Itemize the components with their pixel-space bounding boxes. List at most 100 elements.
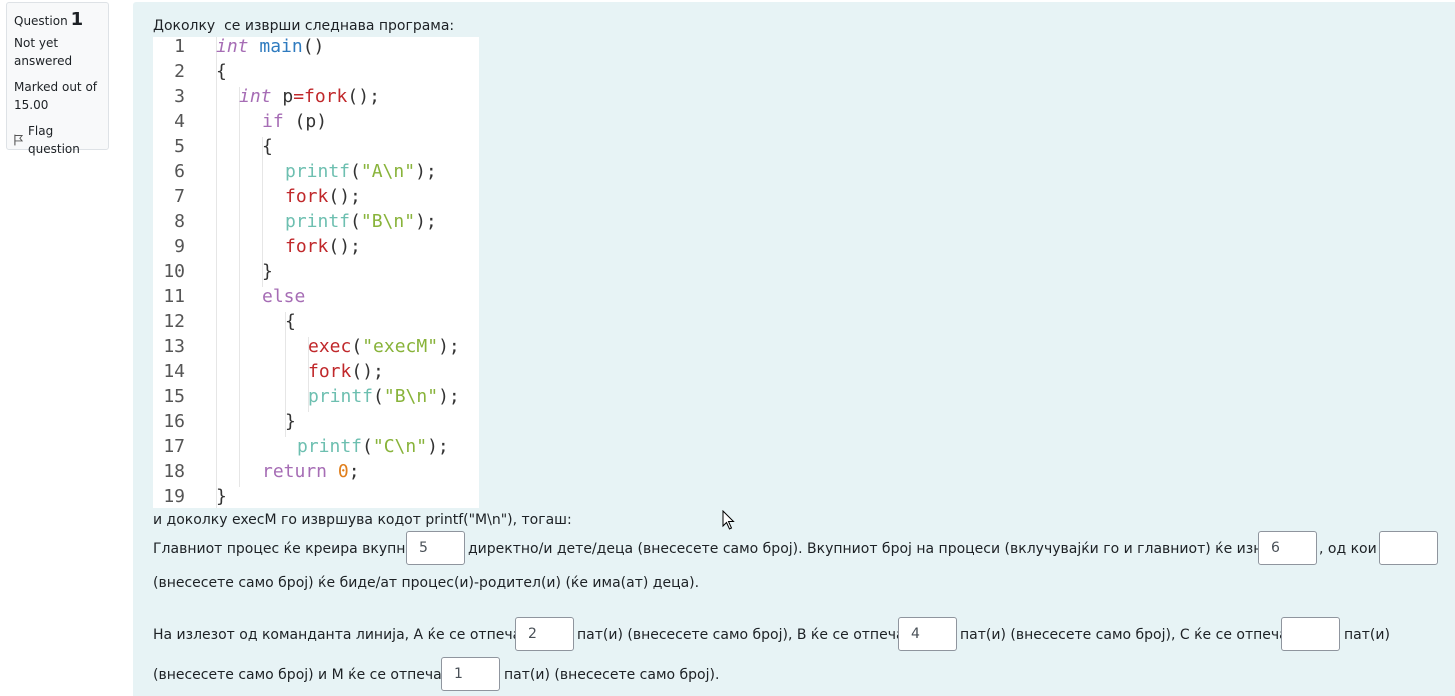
code-token: printf [285, 161, 351, 182]
line-number: 16 [163, 411, 185, 432]
paragraph-2-part-e: (внесесете само број) и М ќе се отпечати [153, 667, 460, 683]
code-token: ( [350, 161, 361, 182]
question-content: Доколку се изврши следнава програма: 1 in… [133, 2, 1455, 696]
code-token: printf [285, 211, 351, 232]
code-line: 19} [153, 484, 479, 509]
line-number: 3 [174, 86, 185, 107]
code-token: ( [350, 211, 361, 232]
line-number: 9 [174, 236, 185, 257]
paragraph-1-part-d: (внесесете само број) ќе биде/ат процес(… [153, 575, 700, 591]
code-token: "B\n" [360, 211, 416, 232]
line-number: 10 [163, 261, 185, 282]
answer-direct-children[interactable]: 5 [406, 531, 465, 565]
line-number: 12 [163, 311, 185, 332]
paragraph-1-part-b: директно/и дете/деца (внесесете само бро… [468, 541, 1304, 557]
code-token: "B\n" [383, 386, 439, 407]
paragraph-2-part-a: На излезот од командантa линија, А ќе се… [153, 627, 539, 643]
code-line: 14 fork(); [153, 359, 479, 384]
code-token: ); [438, 386, 460, 407]
line-number: 19 [163, 486, 185, 507]
paragraph-2-part-b: пат(и) (внесесете само број), B ќе се от… [577, 627, 922, 643]
answer-parent-processes[interactable] [1379, 531, 1438, 565]
code-token: ; [348, 461, 360, 482]
code-token: ); [415, 211, 437, 232]
code-line: 17 printf("C\n"); [153, 434, 479, 459]
code-token: main [259, 36, 303, 57]
code-line: 7 fork(); [153, 184, 479, 209]
code-line: 9 fork(); [153, 234, 479, 259]
code-token: int [239, 86, 272, 107]
code-token: ( [373, 386, 384, 407]
code-line: 1 int main() [153, 34, 479, 59]
code-token: } [285, 411, 296, 432]
question-label: Question [14, 14, 68, 28]
flag-question-label: Flag question [28, 124, 80, 156]
code-token: fork [285, 236, 329, 257]
code-token: fork [285, 186, 329, 207]
code-token: (); [328, 186, 361, 207]
code-line: 10} [153, 259, 479, 284]
code-token: printf [297, 436, 363, 457]
code-token: (p) [294, 111, 328, 132]
code-token: int [216, 36, 249, 57]
answer-c-count[interactable] [1281, 617, 1340, 651]
question-info-panel: Question 1 Not yet answered Marked out of… [6, 2, 109, 156]
line-number: 11 [163, 286, 185, 307]
code-line: 12 { [153, 309, 479, 334]
paragraph-2-part-d: пат(и) [1344, 627, 1390, 643]
answer-b-count[interactable]: 4 [898, 617, 957, 651]
question-intro: Доколку се изврши следнава програма: [153, 18, 455, 34]
answer-total-processes[interactable]: 6 [1258, 531, 1317, 565]
question-state: Not yet answered [14, 36, 73, 68]
code-token: ); [438, 336, 460, 357]
code-line: 5{ [153, 134, 479, 159]
line-number: 7 [174, 186, 185, 207]
code-token: { [285, 311, 296, 332]
code-line: 4 if (p) [153, 109, 479, 134]
code-line: 11 else [153, 284, 479, 309]
code-token: () [302, 36, 325, 57]
code-token: ( [351, 336, 363, 357]
question-number-value: 1 [70, 9, 84, 30]
code-token: else [262, 286, 306, 307]
code-token: { [216, 61, 227, 82]
line-number: 4 [174, 111, 185, 132]
code-line: 16} [153, 409, 479, 434]
answer-a-count[interactable]: 2 [515, 617, 574, 651]
code-line: 3 int p=fork(); [153, 84, 479, 109]
line-number: 5 [174, 136, 185, 157]
code-token: (); [351, 361, 384, 382]
code-token: printf [308, 386, 374, 407]
code-token: { [262, 136, 273, 157]
code-token: exec [308, 336, 352, 357]
question-grade: Marked out of 15.00 [14, 80, 98, 112]
flag-question-link[interactable]: Flag question [14, 122, 101, 158]
line-number: 15 [163, 386, 185, 407]
code-token: (); [328, 236, 361, 257]
code-token: } [262, 261, 273, 282]
paragraph-2-part-f: пат(и) (внесесете само број). [504, 667, 720, 683]
after-code-text: и доколку execM го извршува кодот printf… [153, 512, 572, 528]
code-token: if [262, 111, 284, 132]
code-token: return [262, 461, 328, 482]
code-token: ); [427, 436, 449, 457]
code-token: p [282, 86, 294, 107]
code-token: (); [347, 86, 380, 107]
line-number: 14 [163, 361, 185, 382]
code-token: fork [308, 361, 352, 382]
question-number: Question 1 [14, 11, 101, 30]
code-token: "A\n" [360, 161, 416, 182]
code-token: = [293, 86, 305, 107]
code-token: ( [362, 436, 373, 457]
code-token: "execM" [362, 336, 439, 357]
code-line: 18 return 0; [153, 459, 479, 484]
paragraph-2-part-c: пат(и) (внесесете само број), C ќе се от… [960, 627, 1305, 643]
line-number: 1 [174, 36, 185, 57]
paragraph-1-part-a: Главниот процес ќе креира вкупно [153, 541, 414, 557]
paragraph-1-part-c: , од кои [1319, 541, 1377, 557]
code-line: 15 printf("B\n"); [153, 384, 479, 409]
answer-m-count[interactable]: 1 [441, 657, 500, 691]
code-line: 13 exec("execM"); [153, 334, 479, 359]
code-token: ); [415, 161, 437, 182]
code-block: 1 int main() 2{ 3 int p=fork(); 4 if (p) 5{… [153, 34, 479, 509]
